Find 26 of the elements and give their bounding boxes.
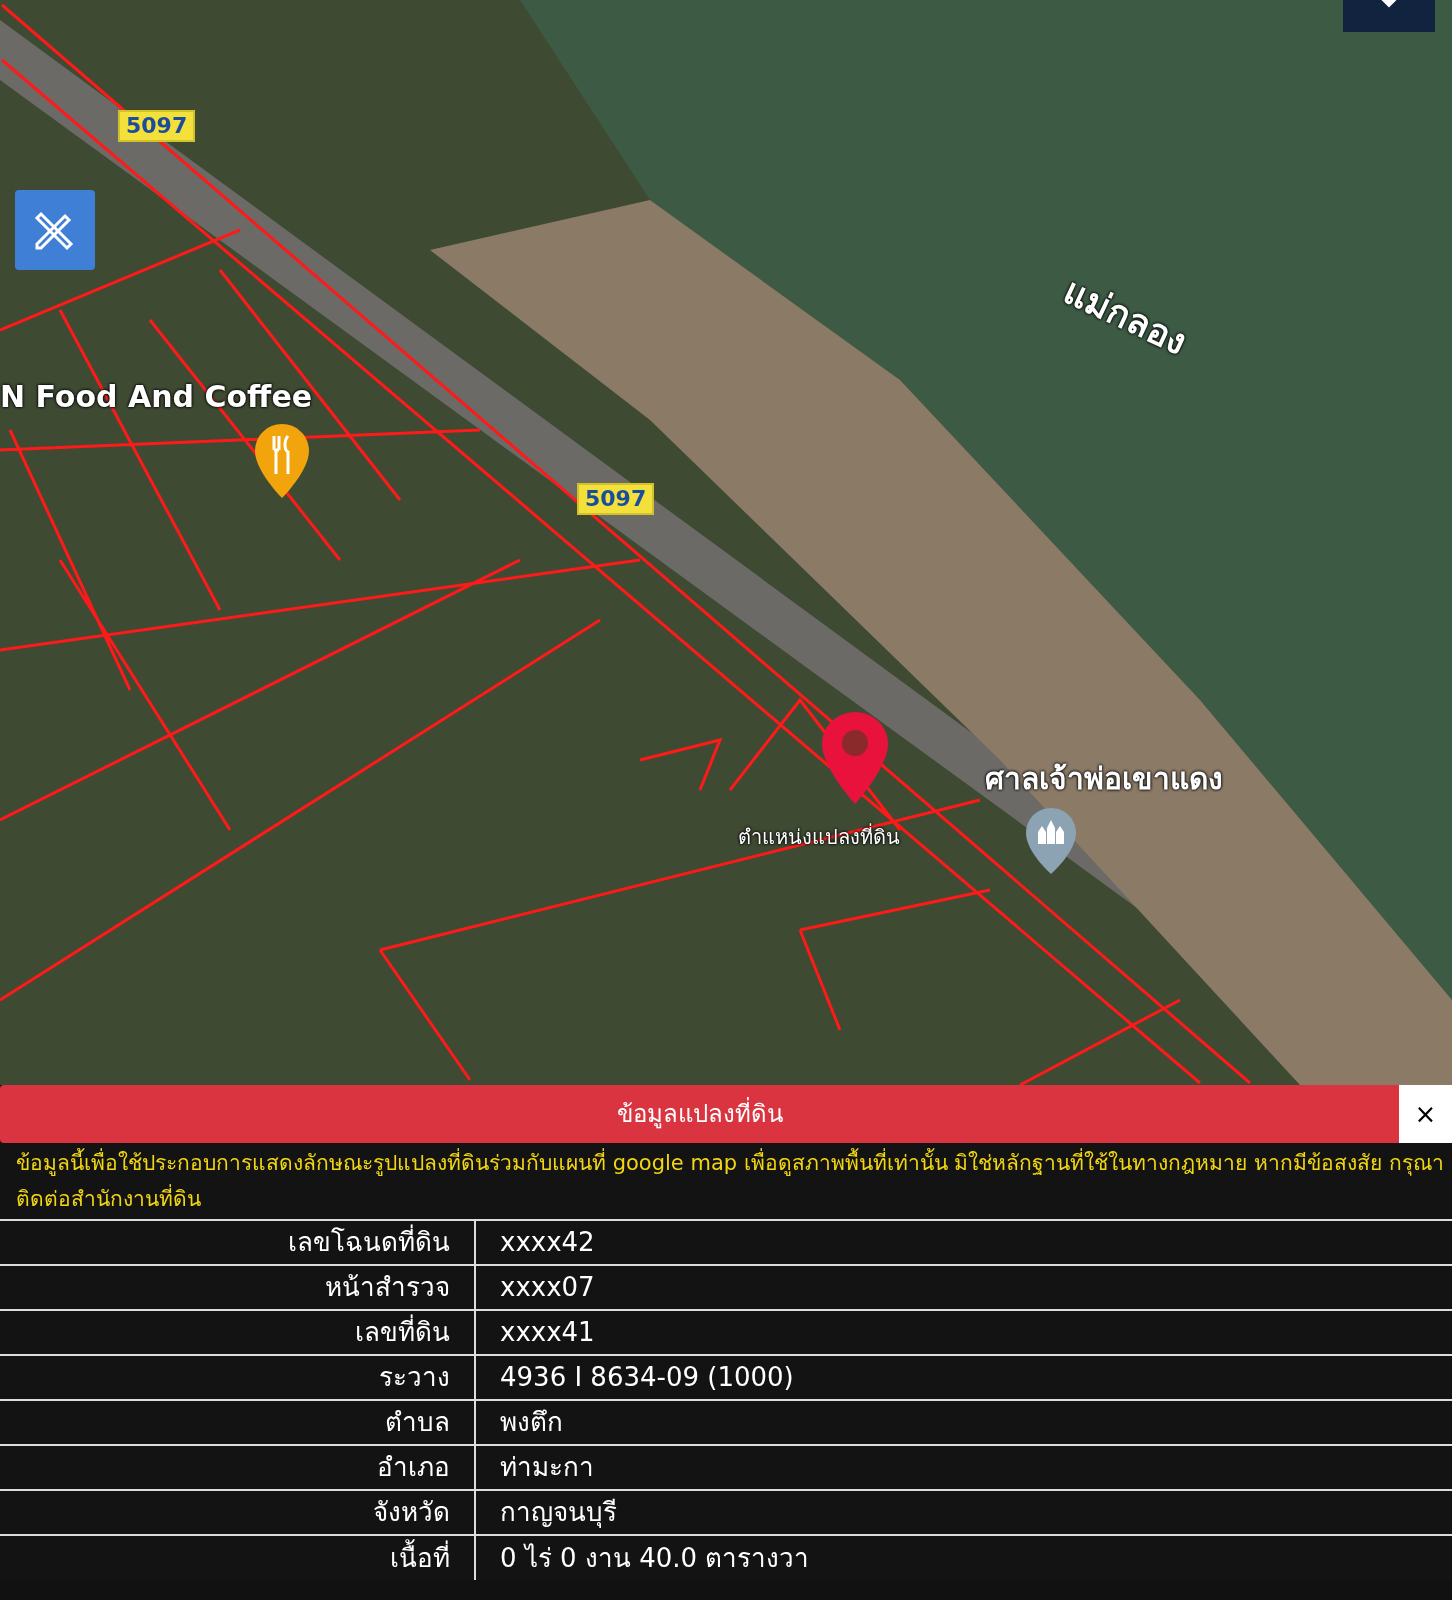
road-number-sign: 5097: [118, 110, 196, 142]
field-label: เลขโฉนดที่ดิน: [0, 1220, 475, 1265]
field-value: 4936 I 8634-09 (1000): [475, 1355, 1452, 1400]
field-label: จังหวัด: [0, 1490, 475, 1535]
field-label: ตำบล: [0, 1400, 475, 1445]
place-label: ศาลเจ้าพ่อเขาแดง: [985, 760, 1223, 798]
close-button[interactable]: ×: [1399, 1085, 1452, 1143]
field-value: กาญจนบุรี: [475, 1490, 1452, 1535]
draw-tool-button[interactable]: [15, 190, 95, 270]
field-value: xxxx41: [475, 1310, 1452, 1355]
temple-marker-icon: [1026, 808, 1076, 874]
panel-title: ข้อมูลแปลงที่ดิน: [0, 1085, 1399, 1143]
restaurant-marker-icon: [255, 424, 309, 498]
field-label: ระวาง: [0, 1355, 475, 1400]
field-value: พงตึก: [475, 1400, 1452, 1445]
field-value: 0 ไร่ 0 งาน 40.0 ตารางวา: [475, 1535, 1452, 1580]
field-value: xxxx42: [475, 1220, 1452, 1265]
field-label: หน้าสำรวจ: [0, 1265, 475, 1310]
location-pin-icon: [822, 712, 888, 804]
field-label: เลขที่ดิน: [0, 1310, 475, 1355]
field-label: เนื้อที่: [0, 1535, 475, 1580]
disclaimer-text: ข้อมูลนี้เพื่อใช้ประกอบการแสดงลักษณะรูปแปลงที่ดินร่วมกับแผนที่ google map เพื่อดูสภาพพื้นที่เท่านั้น มิใช่หลักฐานที่ใช้ในทางกฎหมาย หากมีข้อสงสัย กรุณาติดต่อสำนักงานที่ดิน: [0, 1143, 1452, 1219]
field-value: ท่ามะกา: [475, 1445, 1452, 1490]
field-label: อำเภอ: [0, 1445, 475, 1490]
road-number-sign: 5097: [577, 483, 655, 515]
field-value: xxxx07: [475, 1265, 1452, 1310]
